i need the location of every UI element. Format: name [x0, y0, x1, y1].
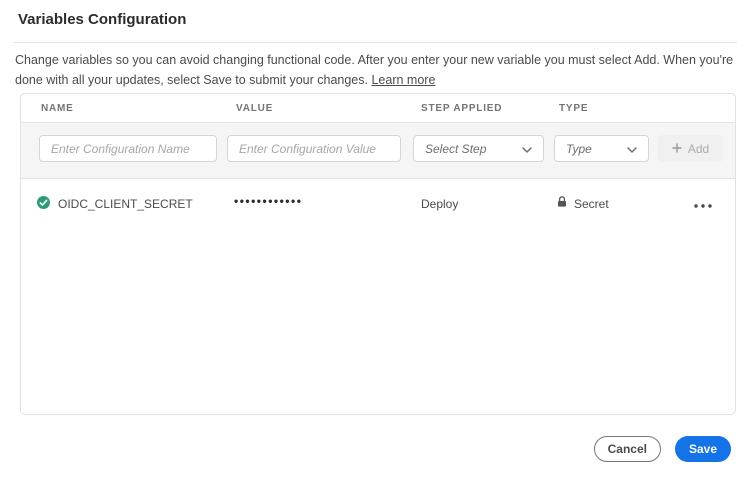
chevron-down-icon — [627, 142, 637, 156]
add-button[interactable]: Add — [658, 135, 723, 162]
column-header-name: NAME — [41, 103, 74, 114]
step-applied-select[interactable]: Select Step — [413, 135, 544, 162]
learn-more-link[interactable]: Learn more — [371, 73, 435, 87]
variable-step: Deploy — [421, 197, 458, 211]
add-variable-row: Select Step Type Add — [21, 122, 735, 179]
variable-type: Secret — [557, 196, 609, 211]
page-title: Variables Configuration — [18, 11, 186, 28]
column-header-step-applied: STEP APPLIED — [421, 103, 502, 114]
plus-icon — [672, 142, 682, 156]
description-text: Change variables so you can avoid changi… — [15, 50, 739, 90]
variable-masked-value: •••••••••••• — [234, 194, 302, 208]
more-dots-icon — [694, 196, 712, 211]
column-header-value: VALUE — [236, 103, 273, 114]
footer-actions: Cancel Save — [594, 436, 731, 462]
save-button[interactable]: Save — [675, 436, 731, 462]
title-divider — [13, 42, 737, 43]
lock-icon — [557, 196, 567, 211]
configuration-name-input[interactable] — [39, 135, 217, 162]
checkmark-circle-icon — [37, 196, 50, 209]
table-row: OIDC_CLIENT_SECRET •••••••••••• Deploy S… — [21, 179, 735, 227]
cancel-button[interactable]: Cancel — [594, 436, 661, 462]
step-applied-selected-value: Select Step — [425, 142, 486, 156]
column-header-type: TYPE — [559, 103, 588, 114]
chevron-down-icon — [522, 142, 532, 156]
add-button-label: Add — [688, 142, 709, 156]
type-select[interactable]: Type — [554, 135, 649, 162]
variable-name: OIDC_CLIENT_SECRET — [58, 197, 193, 211]
variables-table: NAME VALUE STEP APPLIED TYPE Select Step… — [20, 93, 736, 415]
type-selected-value: Type — [566, 142, 592, 156]
variable-type-label: Secret — [574, 197, 609, 211]
row-more-menu-button[interactable] — [689, 193, 717, 213]
configuration-value-input[interactable] — [227, 135, 401, 162]
